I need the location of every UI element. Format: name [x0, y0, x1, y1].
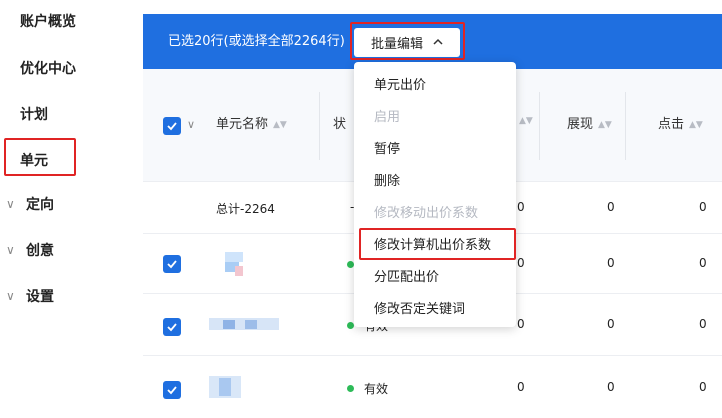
sidebar: 账户概览 优化中心 计划 单元 ∨ 定向 ∨ 创意 ∨ 设置 [0, 0, 120, 418]
sidebar-item-label: 创意 [26, 243, 54, 259]
selection-summary: 已选20行(或选择全部2264行) [168, 34, 345, 49]
check-icon [167, 260, 177, 269]
column-header-status[interactable]: 状 [333, 113, 346, 132]
sidebar-item-label: 账户概览 [20, 14, 76, 30]
unit-name-blurred-thumbnail [209, 376, 241, 398]
row-impressions: 0 [607, 317, 615, 331]
column-separator [625, 92, 626, 160]
check-icon [167, 386, 177, 395]
column-header-clicks[interactable]: 点击 ▲▼ [658, 113, 703, 132]
row-clicks: 0 [699, 256, 707, 270]
sort-icon[interactable]: ▲▼ [689, 120, 703, 130]
row-clicks: 0 [699, 317, 707, 331]
status-active-dot [347, 385, 354, 392]
row-col3: 0 [517, 380, 525, 394]
header-label: 状 [333, 117, 347, 132]
row-status: 有效 [364, 382, 389, 396]
menu-item-pause[interactable]: 暂停 [374, 138, 400, 157]
chevron-down-icon: ∨ [6, 243, 15, 257]
column-separator [319, 92, 320, 160]
menu-item-enable[interactable]: 启用 [374, 106, 400, 125]
row-checkbox[interactable] [163, 255, 181, 273]
sidebar-item-label: 设置 [26, 289, 54, 305]
sidebar-item-plan[interactable]: 计划 [20, 99, 48, 129]
total-clicks: 0 [699, 200, 707, 214]
sidebar-item-account-overview[interactable]: 账户概览 [20, 6, 76, 36]
row-clicks: 0 [699, 380, 707, 394]
unit-name-blurred-thumbnail [209, 318, 279, 330]
column-separator [539, 92, 540, 160]
status-active-dot [347, 261, 354, 268]
sort-icon[interactable]: ▲▼ [519, 116, 533, 126]
sort-icon[interactable]: ▲▼ [598, 120, 612, 130]
chevron-down-icon[interactable]: ∨ [187, 118, 195, 131]
sidebar-item-label: 优化中心 [20, 61, 76, 77]
chevron-down-icon: ∨ [6, 197, 15, 211]
column-header-col3-sort[interactable]: ▲▼ [514, 113, 533, 128]
batch-edit-dropdown: 单元出价 启用 暂停 删除 修改移动出价系数 修改计算机出价系数 分匹配出价 修… [354, 62, 516, 327]
row-impressions: 0 [607, 256, 615, 270]
menu-item-edit-mobile-bid-ratio[interactable]: 修改移动出价系数 [374, 202, 478, 221]
sort-icon[interactable]: ▲▼ [273, 120, 287, 130]
column-header-impressions[interactable]: 展现 ▲▼ [567, 113, 612, 132]
sidebar-item-label: 计划 [20, 107, 48, 123]
row-col3: 0 [517, 317, 525, 331]
menu-item-delete[interactable]: 删除 [374, 170, 400, 189]
total-name: 总计-2264 [216, 202, 275, 216]
check-icon [167, 323, 177, 332]
sidebar-item-creative[interactable]: ∨ 创意 [0, 235, 54, 265]
unit-name-blurred-thumbnail [225, 252, 243, 276]
select-all-checkbox[interactable] [163, 117, 181, 135]
menu-item-edit-negative-keywords[interactable]: 修改否定关键词 [374, 298, 465, 317]
column-header-unit-name[interactable]: 单元名称 ▲▼ [216, 113, 287, 132]
unit-highlight-box [4, 138, 76, 176]
header-label: 单元名称 [216, 117, 269, 132]
check-icon [167, 122, 177, 131]
sidebar-item-settings[interactable]: ∨ 设置 [0, 281, 54, 311]
row-checkbox[interactable] [163, 318, 181, 336]
row-checkbox[interactable] [163, 381, 181, 399]
sidebar-item-targeting[interactable]: ∨ 定向 [0, 189, 54, 219]
header-label: 展现 [567, 117, 594, 132]
computer-bid-highlight-box [359, 228, 516, 260]
row-col3: 0 [517, 256, 525, 270]
menu-item-match-bid[interactable]: 分匹配出价 [374, 266, 439, 285]
menu-item-unit-bid[interactable]: 单元出价 [374, 74, 426, 93]
sidebar-item-optimization-center[interactable]: 优化中心 [20, 53, 76, 83]
status-active-dot [347, 322, 354, 329]
app-root: 账户概览 优化中心 计划 单元 ∨ 定向 ∨ 创意 ∨ 设置 已选20行(或选择… [0, 0, 722, 418]
chevron-down-icon: ∨ [6, 289, 15, 303]
row-impressions: 0 [607, 380, 615, 394]
sidebar-item-label: 定向 [26, 197, 54, 213]
total-impressions: 0 [607, 200, 615, 214]
header-label: 点击 [658, 117, 685, 132]
total-col3: 0 [517, 200, 525, 214]
batch-edit-highlight-box [350, 22, 465, 60]
